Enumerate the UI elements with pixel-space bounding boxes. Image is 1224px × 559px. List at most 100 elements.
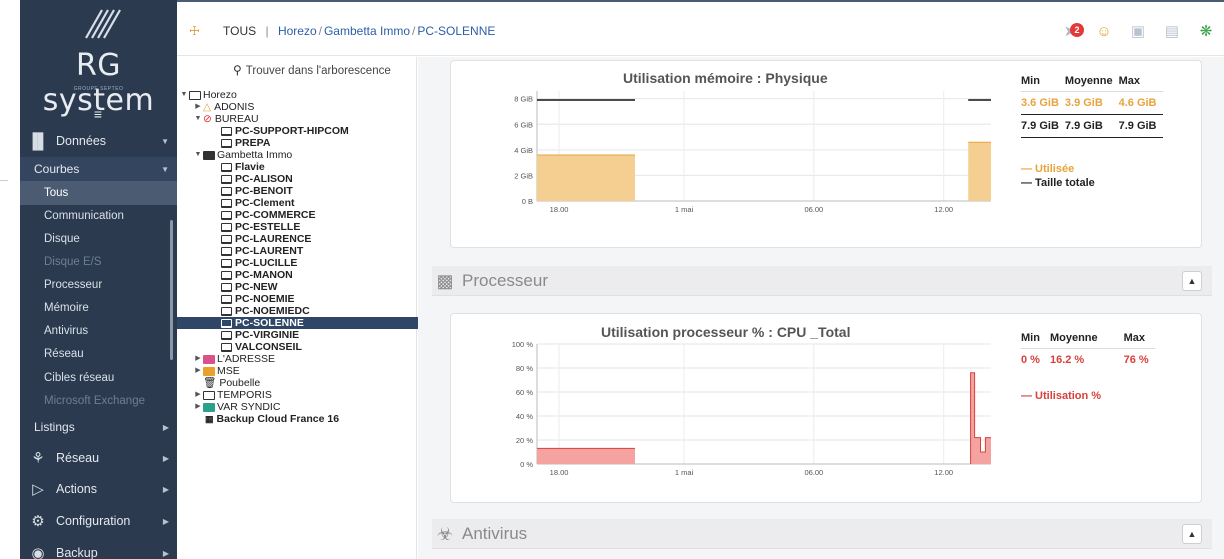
nav-sub-memoire[interactable]: Mémoire [20, 296, 177, 320]
nav-label: Données [56, 134, 107, 148]
collapse-button[interactable]: ▲ [1182, 271, 1202, 291]
tree-panel: ⚲ Trouver dans l'arborescence ▼ Horezo ▶ △ A… [177, 57, 419, 559]
tree-node-pc-support[interactable]: PC-SUPPORT-HIPCOM [221, 125, 349, 137]
series-area [537, 155, 635, 201]
stats-value: 7.9 GiB [1118, 114, 1163, 138]
document-icon[interactable]: ▤ [1162, 21, 1182, 41]
nav-sub-antivirus[interactable]: Antivirus [20, 319, 177, 343]
tree-node-pc[interactable]: PC-ESTELLE [221, 221, 300, 233]
computer-icon [221, 174, 232, 184]
nav-sub-disque-es[interactable]: Disque E/S [20, 250, 177, 274]
nav-sub-tous[interactable]: Tous [20, 181, 177, 205]
tree-label: VALCONSEIL [235, 341, 302, 353]
breadcrumb-pc-solenne[interactable]: PC-SOLENNE [417, 24, 495, 38]
nav-reseau[interactable]: ⚘ Réseau ▶ [20, 443, 177, 473]
tree-node-pc-selected[interactable]: PC-SOLENNE [177, 317, 419, 329]
tree-node-horezo[interactable]: ▼ Horezo [179, 89, 237, 101]
status-globe-icon[interactable]: ❋ [1196, 21, 1216, 41]
logo-mark [85, 9, 121, 39]
computer-icon [221, 318, 232, 328]
nav-backup[interactable]: ◉ Backup ▶ [20, 538, 177, 559]
stats-value: 4.6 GiB [1118, 91, 1163, 115]
y-tick-label: 8 GiB [514, 95, 533, 104]
tree-node-backup-cloud[interactable]: ▦ Backup Cloud France 16 [205, 413, 339, 425]
tree-node-pc[interactable]: PC-MANON [221, 269, 293, 281]
tree-label: PC-SOLENNE [235, 317, 304, 329]
computer-icon [221, 234, 232, 244]
memory-chart: 0 B 2 GiB 4 GiB 6 GiB 8 GiB 18.00 1 mai 06.00 12… [514, 91, 991, 214]
caret-right-icon: ▶ [162, 484, 169, 494]
memory-card: Utilisation mémoire : Physique 0 B2 GiB 4… [450, 60, 1202, 248]
nav-listings[interactable]: Listings ▶ [20, 415, 177, 439]
caret-right-icon: ▶ [162, 422, 169, 432]
tree-node-prepa[interactable]: PREPA [221, 137, 270, 149]
breadcrumb-horezo[interactable]: Horezo [278, 24, 317, 38]
tree-node-gambetta[interactable]: ▼ Gambetta Immo [193, 149, 293, 161]
tree-label: BUREAU [214, 113, 259, 125]
tree-node-pc[interactable]: PC-Clement [221, 197, 295, 209]
tree-node-pc[interactable]: PC-ALISON [221, 173, 293, 185]
nav-label: Listings [34, 420, 75, 434]
caret-down-icon: ▼ [161, 164, 169, 174]
tree-node-mse[interactable]: ▶ MSE [193, 365, 239, 377]
tree-node-bureau[interactable]: ▼ ⊘ BUREAU [193, 113, 259, 125]
tree-node-pc[interactable]: VALCONSEIL [221, 341, 302, 353]
users-icon[interactable]: ☺ [1094, 21, 1114, 41]
breadcrumb-root[interactable]: TOUS [223, 24, 256, 38]
caret-right-icon: ▶ [195, 103, 201, 110]
app-window: RG system GROUPE SEPTEO ≡ ▐▌ Données ▼ C… [0, 0, 1224, 559]
tree-node-adonis[interactable]: ▶ △ ADONIS [193, 101, 254, 113]
breadcrumb-gambetta[interactable]: Gambetta Immo [324, 24, 410, 38]
tree-node-pc[interactable]: PC-COMMERCE [221, 209, 316, 221]
tree-node-pc[interactable]: PC-LAURENCE [221, 233, 311, 245]
tree-node-pc[interactable]: PC-NOEMIE [221, 293, 295, 305]
nav-courbes[interactable]: Courbes ▼ [20, 157, 177, 181]
tree-node-poubelle[interactable]: 🗑 Poubelle [203, 377, 260, 389]
tree-label: PC-VIRGINIE [235, 329, 300, 341]
stats-header: Moyenne [1049, 328, 1124, 349]
nav-sub-processeur[interactable]: Processeur [20, 273, 177, 297]
nav-sub-communication[interactable]: Communication [20, 204, 177, 228]
computer-icon [221, 258, 232, 268]
tree-node-pc[interactable]: PC-LAURENT [221, 245, 303, 257]
folder-icon [203, 366, 215, 376]
tree-structure-icon[interactable]: ☩ [189, 24, 205, 38]
tree-node-pc[interactable]: PC-NEW [221, 281, 278, 293]
chat-icon[interactable]: ▣ [1128, 21, 1148, 41]
tree-node-pc[interactable]: PC-LUCILLE [221, 257, 297, 269]
tree-node-temporis[interactable]: ▶ TEMPORIS [193, 389, 272, 401]
nav-sub-reseau[interactable]: Réseau [20, 342, 177, 366]
tree-node-var-syndic[interactable]: ▶ VAR SYNDIC [193, 401, 280, 413]
tree-label: PC-MANON [235, 269, 293, 281]
collapse-button[interactable]: ▲ [1182, 524, 1202, 544]
sidebar-scrollbar[interactable] [170, 220, 173, 360]
folder-icon [189, 90, 201, 100]
stats-value: 7.9 GiB [1064, 114, 1119, 138]
tree-node-pc[interactable]: PC-VIRGINIE [221, 329, 299, 341]
computer-icon [221, 186, 232, 196]
nav-sub-cibles-reseau[interactable]: Cibles réseau [20, 366, 177, 390]
play-circle-icon: ▷ [32, 481, 44, 498]
tree-node-pc[interactable]: Flavie [221, 161, 265, 173]
nav-configuration[interactable]: ⚙ Configuration ▶ [20, 506, 177, 536]
section-antivirus: ☣ Antivirus ▲ [432, 519, 1212, 549]
tree-node-pc[interactable]: PC-NOEMIEDC [221, 305, 310, 317]
hamburger-icon[interactable]: ≡ [86, 104, 110, 124]
stats-header: Max [1118, 71, 1163, 92]
x-tick-label: 1 mai [675, 205, 694, 214]
tree-label: Horezo [203, 89, 237, 101]
tree-search[interactable]: ⚲ Trouver dans l'arborescence [233, 63, 391, 77]
nav-sub-disque[interactable]: Disque [20, 227, 177, 251]
search-icon: ⚲ [233, 63, 242, 77]
computer-icon [221, 342, 232, 352]
rocket-icon[interactable]: ➤2 [1060, 21, 1084, 41]
nav-sub-exchange[interactable]: Microsoft Exchange [20, 389, 177, 413]
nav-actions[interactable]: ▷ Actions ▶ [20, 474, 177, 504]
tree-node-pc[interactable]: PC-BENOIT [221, 185, 293, 197]
caret-right-icon: ▶ [195, 391, 201, 398]
x-tick-label: 18.00 [550, 468, 569, 477]
tree-label: L'ADRESSE [217, 353, 276, 365]
main-content: Utilisation mémoire : Physique 0 B2 GiB 4… [418, 57, 1224, 559]
nav-donnees[interactable]: ▐▌ Données ▼ [20, 126, 177, 156]
tree-node-adresse[interactable]: ▶ L'ADRESSE [193, 353, 275, 365]
